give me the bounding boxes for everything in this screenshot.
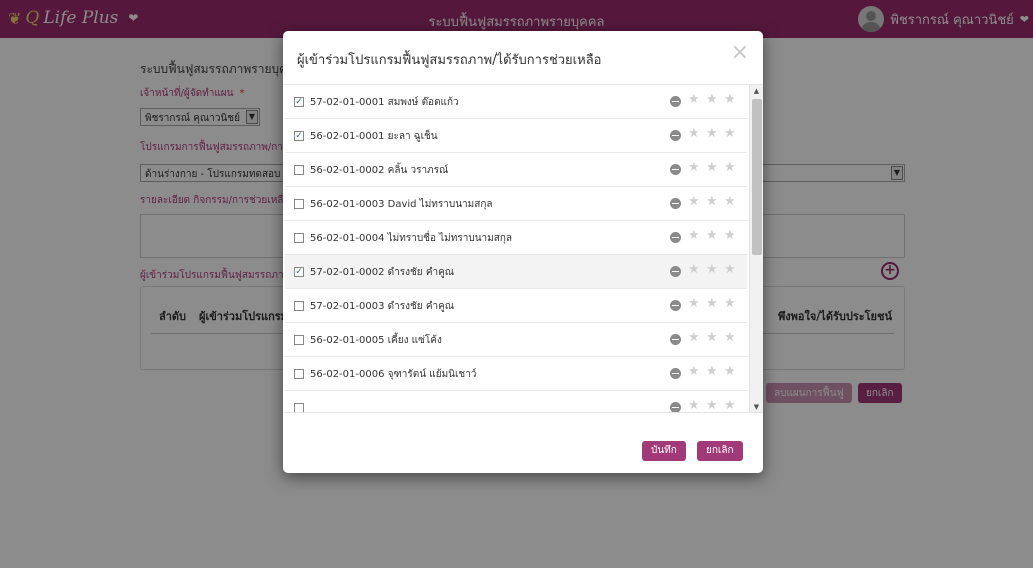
row-checkbox[interactable] (294, 301, 304, 311)
row-checkbox[interactable] (294, 403, 304, 412)
modal-title: ผู้เข้าร่วมโปรแกรมฟื้นฟูสมรรถภาพ/ได้รับก… (297, 53, 602, 68)
star-icon[interactable]: ★ (688, 229, 700, 243)
list-item[interactable]: ★ ★ ★ (285, 391, 747, 413)
star-icon[interactable]: ★ (724, 399, 736, 413)
row-checkbox[interactable] (294, 199, 304, 209)
star-icon[interactable]: ★ (688, 263, 700, 277)
minus-circle-icon[interactable] (670, 164, 681, 175)
row-checkbox[interactable]: ✓ (294, 131, 304, 141)
star-icon[interactable]: ★ (706, 93, 718, 107)
participant-list[interactable]: ✓ 57-02-01-0001 สมพงษ์ ต๊อดแก้ว ★ ★ ★ ✓ 56-02-… (285, 85, 763, 413)
participant-name: 56-02-01-0002 คลิ้น วราภรณ์ (310, 165, 449, 176)
star-icon[interactable]: ★ (706, 127, 718, 141)
star-icon[interactable]: ★ (688, 161, 700, 175)
minus-circle-icon[interactable] (670, 300, 681, 311)
star-icon[interactable]: ★ (706, 195, 718, 209)
save-button[interactable]: บันทึก (642, 441, 686, 461)
star-icon[interactable]: ★ (688, 195, 700, 209)
minus-circle-icon[interactable] (670, 266, 681, 277)
list-item[interactable]: ✓ 57-02-01-0002 ดำรงชัย คำคูณ ★ ★ ★ (285, 255, 747, 289)
star-icon[interactable]: ★ (724, 127, 736, 141)
row-checkbox[interactable]: ✓ (294, 267, 304, 277)
list-item[interactable]: 56-02-01-0004 ไม่ทราบชื่อ ไม่ทราบนามสกุล… (285, 221, 747, 255)
star-icon[interactable]: ★ (706, 331, 718, 345)
participant-name: 56-02-01-0006 จุฑารัตน์ แย้มนิเชาว์ (310, 369, 477, 380)
scroll-down-icon[interactable]: ▼ (750, 401, 763, 412)
star-icon[interactable]: ★ (724, 195, 736, 209)
list-item[interactable]: 57-02-01-0003 ดำรงชัย คำคูณ ★ ★ ★ (285, 289, 747, 323)
modal-header: ผู้เข้าร่วมโปรแกรมฟื้นฟูสมรรถภาพ/ได้รับก… (283, 31, 763, 85)
minus-circle-icon[interactable] (670, 198, 681, 209)
star-icon[interactable]: ★ (724, 161, 736, 175)
row-checkbox[interactable] (294, 369, 304, 379)
scrollbar[interactable]: ▲ ▼ (749, 85, 763, 412)
minus-circle-icon[interactable] (670, 402, 681, 412)
list-item[interactable]: ✓ 57-02-01-0001 สมพงษ์ ต๊อดแก้ว ★ ★ ★ (285, 85, 747, 119)
star-icon[interactable]: ★ (706, 263, 718, 277)
minus-circle-icon[interactable] (670, 368, 681, 379)
participant-name: 57-02-01-0002 ดำรงชัย คำคูณ (310, 267, 455, 278)
participant-name: 56-02-01-0004 ไม่ทราบชื่อ ไม่ทราบนามสกุล (310, 233, 513, 244)
list-item[interactable]: ✓ 56-02-01-0001 ยะลา ฉูเช็น ★ ★ ★ (285, 119, 747, 153)
list-item[interactable]: 56-02-01-0006 จุฑารัตน์ แย้มนิเชาว์ ★ ★ ★ (285, 357, 747, 391)
list-item[interactable]: 56-02-01-0002 คลิ้น วราภรณ์ ★ ★ ★ (285, 153, 747, 187)
minus-circle-icon[interactable] (670, 96, 681, 107)
star-icon[interactable]: ★ (706, 297, 718, 311)
scroll-up-icon[interactable]: ▲ (750, 85, 763, 97)
participants-modal: ผู้เข้าร่วมโปรแกรมฟื้นฟูสมรรถภาพ/ได้รับก… (283, 31, 763, 473)
star-icon[interactable]: ★ (724, 93, 736, 107)
list-item[interactable]: 56-02-01-0005 เคี้ยง แซ่โค้ง ★ ★ ★ (285, 323, 747, 357)
cancel-button[interactable]: ยกเลิก (697, 441, 743, 461)
participant-name: 56-02-01-0001 ยะลา ฉูเช็น (310, 131, 438, 142)
close-icon[interactable]: × (731, 42, 749, 64)
star-icon[interactable]: ★ (706, 365, 718, 379)
modal-footer: บันทึก ยกเลิก (283, 413, 763, 473)
minus-circle-icon[interactable] (670, 232, 681, 243)
star-icon[interactable]: ★ (706, 399, 718, 413)
star-icon[interactable]: ★ (706, 161, 718, 175)
star-icon[interactable]: ★ (688, 331, 700, 345)
star-icon[interactable]: ★ (688, 93, 700, 107)
minus-circle-icon[interactable] (670, 130, 681, 141)
scrollbar-thumb[interactable] (752, 99, 762, 255)
minus-circle-icon[interactable] (670, 334, 681, 345)
row-checkbox[interactable] (294, 233, 304, 243)
star-icon[interactable]: ★ (688, 365, 700, 379)
star-icon[interactable]: ★ (706, 229, 718, 243)
star-icon[interactable]: ★ (688, 399, 700, 413)
row-checkbox[interactable] (294, 335, 304, 345)
row-checkbox[interactable]: ✓ (294, 97, 304, 107)
star-icon[interactable]: ★ (724, 331, 736, 345)
participant-name: 57-02-01-0003 ดำรงชัย คำคูณ (310, 301, 455, 312)
star-icon[interactable]: ★ (724, 365, 736, 379)
star-icon[interactable]: ★ (724, 229, 736, 243)
star-icon[interactable]: ★ (724, 297, 736, 311)
star-icon[interactable]: ★ (724, 263, 736, 277)
participant-name: 56-02-01-0005 เคี้ยง แซ่โค้ง (310, 335, 442, 346)
star-icon[interactable]: ★ (688, 297, 700, 311)
row-checkbox[interactable] (294, 165, 304, 175)
participant-name: 57-02-01-0001 สมพงษ์ ต๊อดแก้ว (310, 97, 459, 108)
list-item[interactable]: 56-02-01-0003 David ไม่ทราบนามสกุล ★ ★ ★ (285, 187, 747, 221)
participant-name: 56-02-01-0003 David ไม่ทราบนามสกุล (310, 199, 493, 210)
star-icon[interactable]: ★ (688, 127, 700, 141)
